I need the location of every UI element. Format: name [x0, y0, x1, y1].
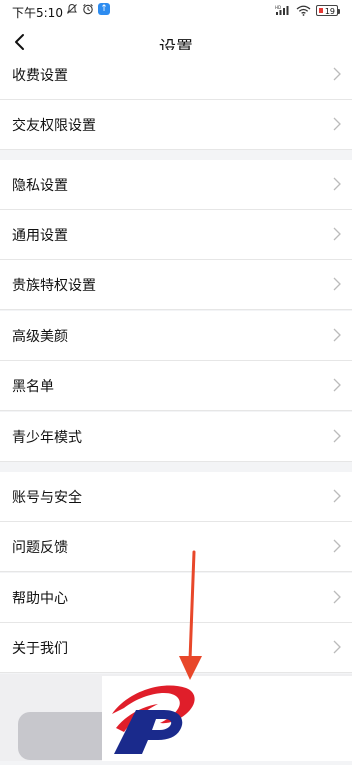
menu-item-label: 贵族特权设置 [12, 278, 96, 294]
menu-item-advanced-beauty[interactable]: 高级美颜 [0, 311, 352, 361]
hd-label: HD [275, 5, 281, 10]
chevron-right-icon [333, 67, 341, 81]
menu-item-label: 帮助中心 [12, 591, 68, 607]
menu-item-blacklist[interactable]: 黑名单 [0, 361, 352, 411]
signal-icon: HD [275, 5, 289, 15]
chevron-right-icon [333, 177, 341, 191]
menu-item-privacy[interactable]: 隐私设置 [0, 160, 352, 210]
menu-item-noble-privilege[interactable]: 贵族特权设置 [0, 260, 352, 310]
menu-item-label: 青少年模式 [12, 430, 82, 446]
chevron-right-icon [333, 227, 341, 241]
menu-item-friend-permission[interactable]: 交友权限设置 [0, 100, 352, 150]
menu-item-label: 高级美颜 [12, 329, 68, 345]
menu-item-label: 账号与安全 [12, 490, 82, 506]
menu-item-teen-mode[interactable]: 青少年模式 [0, 412, 352, 462]
chevron-right-icon [333, 277, 341, 291]
wifi-icon [296, 5, 311, 16]
chevron-right-icon [333, 429, 341, 443]
mute-icon [66, 3, 78, 15]
status-time: 下午5:10 [12, 6, 63, 20]
menu-item-fee-settings[interactable]: 收费设置 [0, 50, 352, 100]
menu-item-feedback[interactable]: 问题反馈 [0, 522, 352, 572]
chevron-right-icon [333, 640, 341, 654]
chevron-right-icon [333, 117, 341, 131]
status-bar: 下午5:10 ↑ HD 19 [0, 0, 352, 24]
menu-item-general[interactable]: 通用设置 [0, 210, 352, 260]
menu-item-label: 通用设置 [12, 228, 68, 244]
battery-icon: 19 [316, 5, 340, 16]
menu-item-label: 隐私设置 [12, 178, 68, 194]
chevron-right-icon [333, 539, 341, 553]
app-notify-icon: ↑ [98, 3, 110, 15]
watermark-logo [102, 676, 352, 761]
chevron-right-icon [333, 378, 341, 392]
alarm-icon [82, 3, 94, 15]
menu-item-label: 黑名单 [12, 379, 54, 395]
menu-item-account-security[interactable]: 账号与安全 [0, 472, 352, 522]
menu-item-label: 关于我们 [12, 641, 68, 657]
menu-item-about-us[interactable]: 关于我们 [0, 623, 352, 673]
menu-item-label: 收费设置 [12, 68, 68, 84]
menu-item-label: 问题反馈 [12, 540, 68, 556]
chevron-right-icon [333, 328, 341, 342]
chevron-right-icon [333, 489, 341, 503]
chevron-right-icon [333, 590, 341, 604]
menu-item-help-center[interactable]: 帮助中心 [0, 573, 352, 623]
menu-item-label: 交友权限设置 [12, 118, 96, 134]
logo-blue-p [114, 710, 183, 754]
